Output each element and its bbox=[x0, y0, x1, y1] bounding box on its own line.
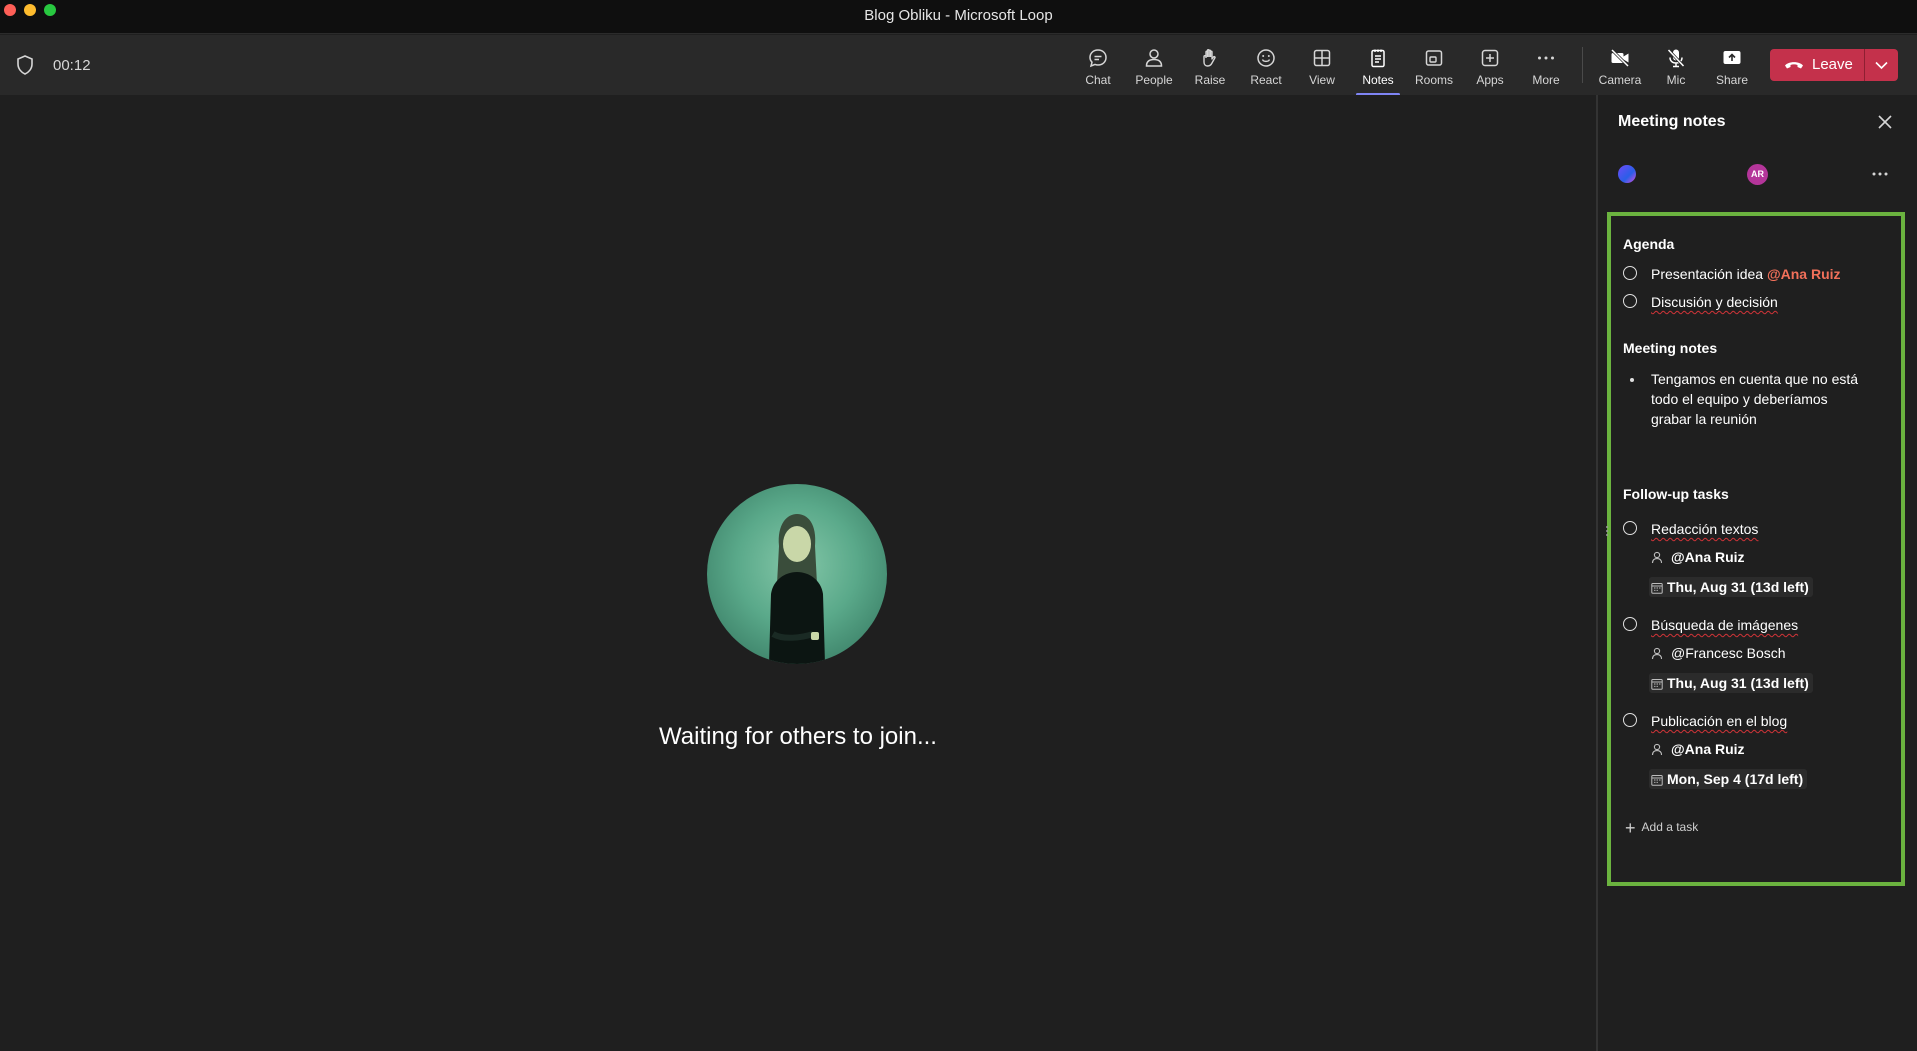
rooms-button[interactable]: Rooms bbox=[1406, 43, 1462, 91]
plus-icon: + bbox=[1625, 818, 1636, 838]
people-label: People bbox=[1135, 73, 1173, 87]
toolbar-divider bbox=[1582, 47, 1583, 83]
chevron-down-icon bbox=[1875, 61, 1888, 70]
view-label: View bbox=[1309, 73, 1335, 87]
task-due-text: Thu, Aug 31 (13d left) bbox=[1667, 675, 1809, 691]
add-task-label: Add a task bbox=[1641, 820, 1699, 834]
chat-label: Chat bbox=[1085, 73, 1111, 87]
participant-photo bbox=[769, 514, 825, 664]
more-button[interactable]: More bbox=[1518, 43, 1574, 91]
notes-bullet-line[interactable]: grabar la reunión bbox=[1651, 411, 1757, 427]
raise-label: Raise bbox=[1194, 73, 1226, 87]
grid-view-icon bbox=[1313, 49, 1331, 67]
ellipsis-icon bbox=[1538, 56, 1554, 60]
meeting-timer: 00:12 bbox=[53, 57, 91, 74]
react-button[interactable]: React bbox=[1238, 43, 1294, 91]
rooms-icon bbox=[1425, 50, 1443, 66]
avatar[interactable]: AR bbox=[1747, 164, 1768, 185]
apps-label: Apps bbox=[1476, 73, 1504, 87]
task-checkbox[interactable] bbox=[1623, 521, 1637, 535]
share-button[interactable]: Share bbox=[1704, 43, 1760, 91]
leave-button-group: Leave bbox=[1770, 49, 1898, 81]
agenda-item[interactable]: Presentación idea @Ana Ruiz bbox=[1651, 266, 1841, 282]
agenda-item-text: Presentación idea bbox=[1651, 266, 1767, 282]
notes-bullet-line[interactable]: Tengamos en cuenta que no está bbox=[1651, 371, 1858, 387]
task-title[interactable]: Publicación en el blog bbox=[1651, 713, 1787, 729]
drag-handle-icon[interactable] bbox=[1605, 525, 1609, 537]
notes-icon bbox=[1371, 49, 1385, 68]
person-icon bbox=[1651, 647, 1663, 660]
notes-heading: Meeting notes bbox=[1623, 340, 1718, 356]
notes-button[interactable]: Notes bbox=[1350, 43, 1406, 96]
agenda-item-checkbox[interactable] bbox=[1623, 266, 1637, 280]
raise-hand-button[interactable]: Raise bbox=[1182, 43, 1238, 91]
task-assignee[interactable]: @Ana Ruiz bbox=[1671, 741, 1745, 757]
meeting-toolbar: 00:12 Chat People Raise React View Notes… bbox=[0, 35, 1917, 96]
share-label: Share bbox=[1715, 73, 1749, 87]
camera-off-icon bbox=[1610, 48, 1630, 68]
leave-label: Leave bbox=[1812, 56, 1853, 73]
leave-options-button[interactable] bbox=[1865, 49, 1898, 81]
meeting-notes-panel: Meeting notes AR Agenda Presentación ide… bbox=[1596, 95, 1917, 1051]
task-due-text: Mon, Sep 4 (17d left) bbox=[1667, 771, 1804, 787]
task-checkbox[interactable] bbox=[1623, 617, 1637, 631]
shield-icon bbox=[17, 55, 33, 75]
waiting-status: Waiting for others to join... bbox=[659, 723, 937, 750]
task-checkbox[interactable] bbox=[1623, 713, 1637, 727]
chat-button[interactable]: Chat bbox=[1070, 43, 1126, 91]
people-button[interactable]: People bbox=[1126, 43, 1182, 91]
hang-up-icon bbox=[1785, 62, 1803, 69]
task-assignee[interactable]: @Francesc Bosch bbox=[1671, 645, 1786, 661]
more-label: More bbox=[1532, 73, 1560, 87]
calendar-icon bbox=[1651, 775, 1663, 786]
calendar-icon bbox=[1651, 679, 1663, 690]
participant-avatar bbox=[707, 484, 887, 664]
task-title[interactable]: Búsqueda de imágenes bbox=[1651, 617, 1798, 633]
camera-label: Camera bbox=[1598, 73, 1642, 87]
agenda-item[interactable]: Discusión y decisión bbox=[1651, 294, 1778, 310]
add-task-button[interactable]: + Add a task bbox=[1625, 818, 1698, 839]
calendar-icon bbox=[1651, 583, 1663, 594]
mic-button[interactable]: Mic bbox=[1648, 43, 1704, 91]
chat-icon bbox=[1089, 49, 1107, 68]
apps-button[interactable]: Apps bbox=[1462, 43, 1518, 91]
share-screen-icon bbox=[1723, 51, 1741, 64]
agenda-item-checkbox[interactable] bbox=[1623, 294, 1637, 308]
leave-button[interactable]: Leave bbox=[1770, 49, 1864, 81]
mention-ana-ruiz[interactable]: @Ana Ruiz bbox=[1767, 266, 1841, 282]
teams-meeting-window: Blog Obliku - Microsoft Loop 00:12 Chat … bbox=[0, 0, 1917, 1051]
mic-label: Mic bbox=[1666, 73, 1686, 87]
person-icon bbox=[1651, 743, 1663, 756]
agenda-heading: Agenda bbox=[1623, 236, 1675, 252]
view-button[interactable]: View bbox=[1294, 43, 1350, 91]
person-icon bbox=[1651, 551, 1663, 564]
task-due-date[interactable]: Thu, Aug 31 (13d left) bbox=[1649, 673, 1813, 693]
people-icon bbox=[1145, 49, 1163, 67]
meeting-stage: Waiting for others to join... bbox=[0, 95, 1596, 1051]
close-icon[interactable] bbox=[1874, 111, 1896, 133]
task-due-date[interactable]: Thu, Aug 31 (13d left) bbox=[1649, 577, 1813, 597]
loop-logo-icon bbox=[1618, 165, 1636, 183]
task-assignee[interactable]: @Ana Ruiz bbox=[1671, 549, 1745, 565]
loop-component[interactable]: Agenda Presentación idea @Ana Ruiz Discu… bbox=[1605, 212, 1905, 886]
camera-button[interactable]: Camera bbox=[1592, 43, 1648, 91]
task-title-text: Publicación en el blog bbox=[1651, 713, 1788, 729]
plus-square-icon bbox=[1481, 49, 1499, 67]
task-due-text: Thu, Aug 31 (13d left) bbox=[1667, 579, 1809, 595]
window-title: Blog Obliku - Microsoft Loop bbox=[864, 7, 1053, 24]
panel-title: Meeting notes bbox=[1618, 113, 1726, 130]
rooms-label: Rooms bbox=[1414, 73, 1453, 87]
notes-label: Notes bbox=[1362, 73, 1394, 87]
smiley-icon bbox=[1257, 49, 1275, 67]
task-title[interactable]: Redacción textos bbox=[1651, 521, 1758, 537]
more-options-icon[interactable] bbox=[1868, 165, 1892, 183]
hand-icon bbox=[1203, 49, 1216, 67]
bullet-point bbox=[1630, 378, 1634, 382]
mic-off-icon bbox=[1667, 48, 1685, 68]
notes-bullet-line[interactable]: todo el equipo y deberíamos bbox=[1651, 391, 1828, 407]
task-due-date[interactable]: Mon, Sep 4 (17d left) bbox=[1649, 769, 1808, 789]
title-bar: Blog Obliku - Microsoft Loop bbox=[0, 0, 1917, 34]
tasks-heading: Follow-up tasks bbox=[1623, 486, 1729, 502]
react-label: React bbox=[1250, 73, 1282, 87]
